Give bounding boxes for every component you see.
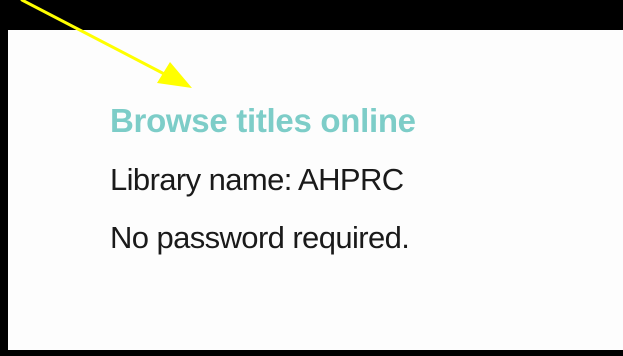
- screenshot-frame: Browse titles online Library name: AHPRC…: [0, 0, 623, 356]
- library-name-text: Library name: AHPRC: [110, 162, 404, 197]
- browse-titles-link[interactable]: Browse titles online: [110, 104, 416, 137]
- content-panel: Browse titles online Library name: AHPRC…: [8, 30, 623, 350]
- password-note-text: No password required.: [110, 220, 410, 255]
- library-info-block: Browse titles online Library name: AHPRC…: [110, 104, 416, 253]
